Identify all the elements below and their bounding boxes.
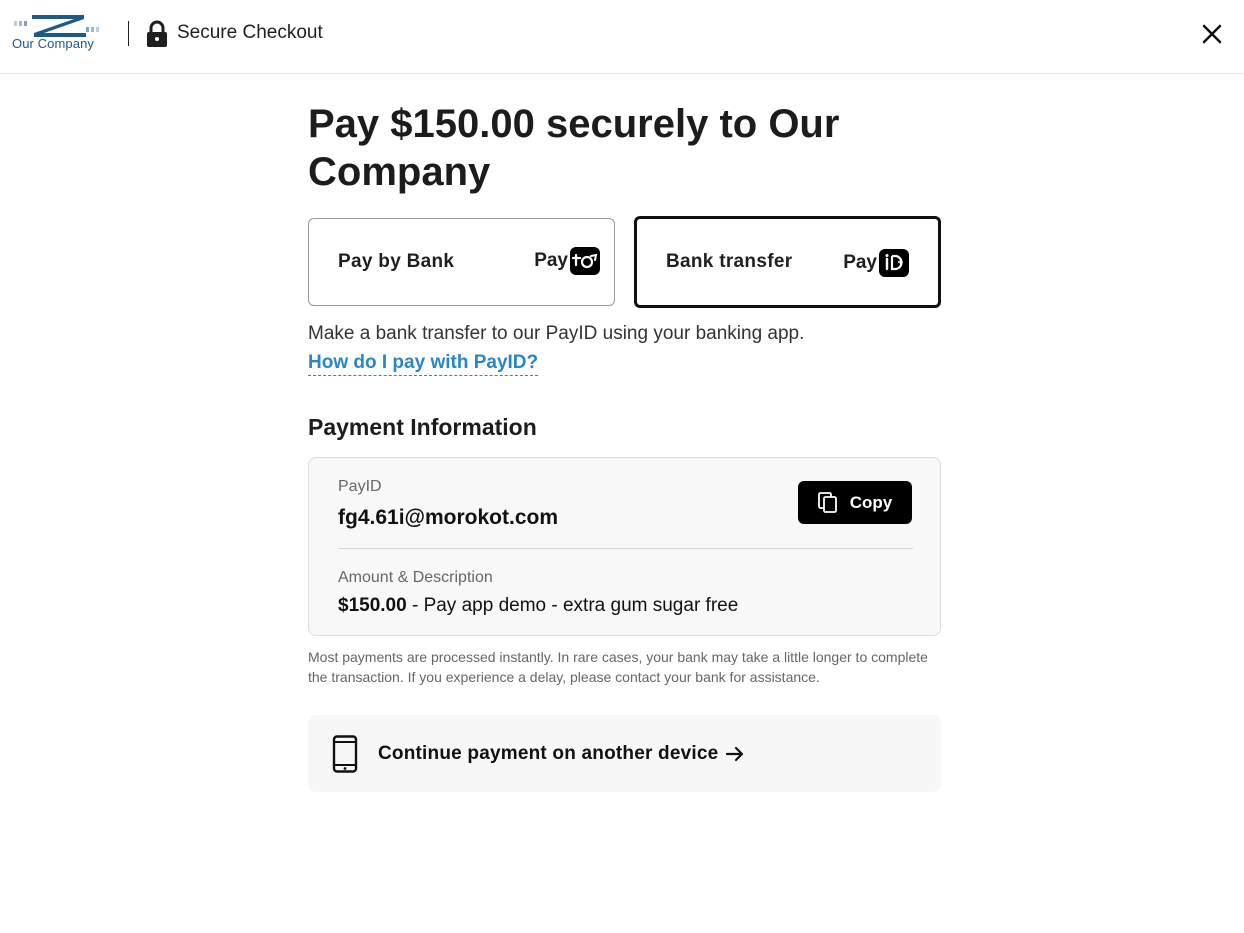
header-title: Secure Checkout — [177, 22, 323, 43]
company-logo-text: Our Company — [12, 36, 95, 51]
payid-logo-word: Pay — [843, 252, 877, 273]
phone-icon — [332, 735, 358, 773]
copy-button[interactable]: Copy — [798, 481, 912, 524]
header-divider — [128, 21, 129, 46]
payid-help-link[interactable]: How do I pay with PayID? — [308, 352, 539, 376]
method-description: Make a bank transfer to our PayID using … — [308, 323, 805, 344]
method-bank-transfer[interactable]: Bank transfer Pay — [634, 216, 941, 308]
card-divider — [338, 548, 913, 549]
checkout-main: Pay $150.00 securely to Our Company Pay … — [308, 100, 941, 792]
payto-logo: Pay — [534, 247, 600, 275]
page-title: Pay $150.00 securely to Our Company — [308, 102, 840, 194]
payto-icon — [570, 247, 600, 275]
payid-icon — [879, 249, 909, 277]
amount-label: Amount & Description — [338, 569, 493, 586]
continue-on-another-device[interactable]: Continue payment on another device — [308, 715, 941, 792]
payto-logo-word: Pay — [534, 250, 568, 271]
payid-value: fg4.61i@morokot.com — [338, 506, 559, 529]
payid-logo: Pay — [843, 249, 909, 277]
arrow-right-icon — [725, 746, 744, 762]
processing-notice: Most payments are processed instantly. I… — [308, 649, 928, 685]
copy-button-label: Copy — [849, 492, 893, 512]
method-pay-by-bank[interactable]: Pay by Bank Pay — [308, 218, 615, 306]
method-label: Bank transfer — [666, 251, 793, 272]
payid-label: PayID — [338, 478, 382, 495]
copy-icon — [817, 491, 837, 513]
payment-method-selector: Pay by Bank Pay Bank transfer Pay — [308, 216, 941, 308]
amount-value: $150.00 — [338, 595, 407, 616]
payment-info-card: PayID fg4.61i@morokot.com Copy Amount & … — [308, 457, 941, 636]
lock-icon — [147, 20, 167, 47]
method-label: Pay by Bank — [338, 251, 455, 272]
continue-label: Continue payment on another device — [378, 743, 719, 764]
payment-description: - Pay app demo - extra gum sugar free — [406, 595, 739, 616]
header: Our Company Secure Checkout — [0, 0, 1244, 74]
amount-description: $150.00 - Pay app demo - extra gum sugar… — [338, 595, 738, 617]
close-icon[interactable] — [1198, 20, 1226, 48]
payment-info-title: Payment Information — [308, 414, 537, 440]
